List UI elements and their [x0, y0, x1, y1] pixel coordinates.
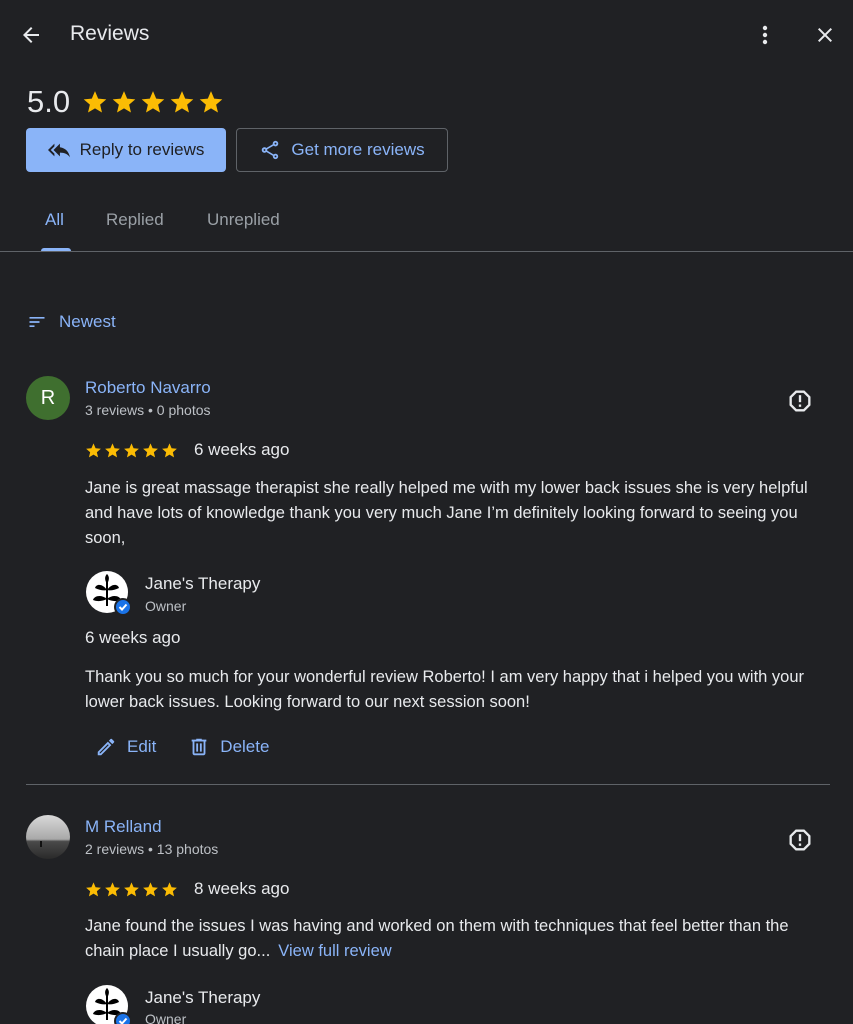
avatar[interactable] [26, 815, 70, 859]
owner-name: Jane's Therapy [145, 574, 261, 593]
reply-all-icon [47, 143, 70, 158]
review-text: Jane is great massage therapist she real… [85, 479, 808, 547]
back-button[interactable] [14, 18, 48, 52]
active-tab-indicator [41, 248, 71, 251]
reviewer-meta: 2 reviews • 13 photos [85, 841, 219, 857]
get-more-reviews-label: Get more reviews [291, 140, 425, 159]
tab-unreplied[interactable]: Unreplied [207, 210, 280, 230]
star-icon [86, 442, 101, 457]
owner-name: Jane's Therapy [145, 988, 261, 1007]
close-button[interactable] [808, 18, 842, 52]
tab-replied[interactable]: Replied [106, 210, 164, 230]
view-full-review-link[interactable]: View full review [278, 942, 391, 960]
star-icon [86, 881, 101, 896]
edit-icon [97, 738, 115, 756]
sort-button[interactable]: Newest [27, 312, 116, 332]
rating-stars [82, 89, 224, 115]
tab-all[interactable]: All [45, 210, 64, 230]
overall-rating: 5.0 [27, 84, 224, 120]
star-icon [124, 881, 139, 896]
get-more-reviews-button[interactable]: Get more reviews [236, 128, 448, 172]
filter-tabs: All Replied Unreplied [0, 196, 853, 252]
edit-reply-button[interactable]: Edit [95, 736, 156, 758]
reviews-page: Reviews 5.0 Reply to reviews Get more re… [0, 0, 853, 1024]
review-time: 6 weeks ago [194, 440, 290, 459]
reply-text: Thank you so much for your wonderful rev… [85, 668, 805, 711]
summary-actions: Reply to reviews Get more reviews [26, 128, 448, 172]
reviewer-name[interactable]: Roberto Navarro [85, 378, 211, 398]
delete-label: Delete [220, 737, 270, 756]
reviewer-meta: 3 reviews • 0 photos [85, 402, 211, 418]
avatar[interactable]: R [26, 376, 70, 420]
review-text: Jane found the issues I was having and w… [85, 914, 830, 964]
review-time: 8 weeks ago [194, 879, 290, 898]
star-icon [105, 881, 120, 896]
more-options-button[interactable] [750, 18, 780, 52]
star-icon [199, 91, 223, 113]
delete-reply-button[interactable]: Delete [188, 736, 269, 758]
star-icon [105, 442, 120, 457]
rating-stars [85, 442, 178, 459]
more-vert-icon [762, 25, 768, 45]
delete-icon [191, 738, 207, 756]
top-app-bar: Reviews [0, 0, 853, 70]
review-text-body: Jane found the issues I was having and w… [85, 917, 789, 960]
report-review-button[interactable] [786, 826, 814, 854]
sort-label: Newest [59, 312, 116, 331]
report-icon [789, 829, 811, 851]
arrow-back-icon [23, 27, 39, 43]
star-icon [124, 442, 139, 457]
business-logo [86, 985, 131, 1024]
star-icon [83, 91, 107, 113]
star-icon [112, 91, 136, 113]
reply-to-reviews-button[interactable]: Reply to reviews [26, 128, 226, 172]
owner-role: Owner [145, 598, 187, 614]
rating-value: 5.0 [27, 84, 71, 119]
star-icon [170, 91, 194, 113]
star-icon [162, 442, 177, 457]
review-divider [26, 784, 830, 785]
report-review-button[interactable] [786, 387, 814, 415]
star-icon [141, 91, 165, 113]
edit-label: Edit [127, 737, 157, 756]
reply-to-reviews-label: Reply to reviews [79, 140, 205, 159]
rating-stars [85, 881, 178, 898]
review-rating: 6 weeks ago [85, 440, 289, 460]
reviewer-name[interactable]: M Relland [85, 817, 162, 837]
reply-actions: Edit Delete [95, 736, 269, 758]
star-icon [143, 442, 158, 457]
business-logo [86, 571, 131, 616]
owner-role: Owner [145, 1011, 187, 1024]
page-title: Reviews [70, 22, 150, 45]
close-icon [818, 28, 832, 42]
share-icon [262, 140, 279, 160]
review-rating: 8 weeks ago [85, 879, 289, 899]
report-icon [789, 390, 811, 412]
star-icon [143, 881, 158, 896]
star-icon [162, 881, 177, 896]
reply-time: 6 weeks ago [85, 628, 181, 647]
sort-icon [29, 317, 45, 327]
